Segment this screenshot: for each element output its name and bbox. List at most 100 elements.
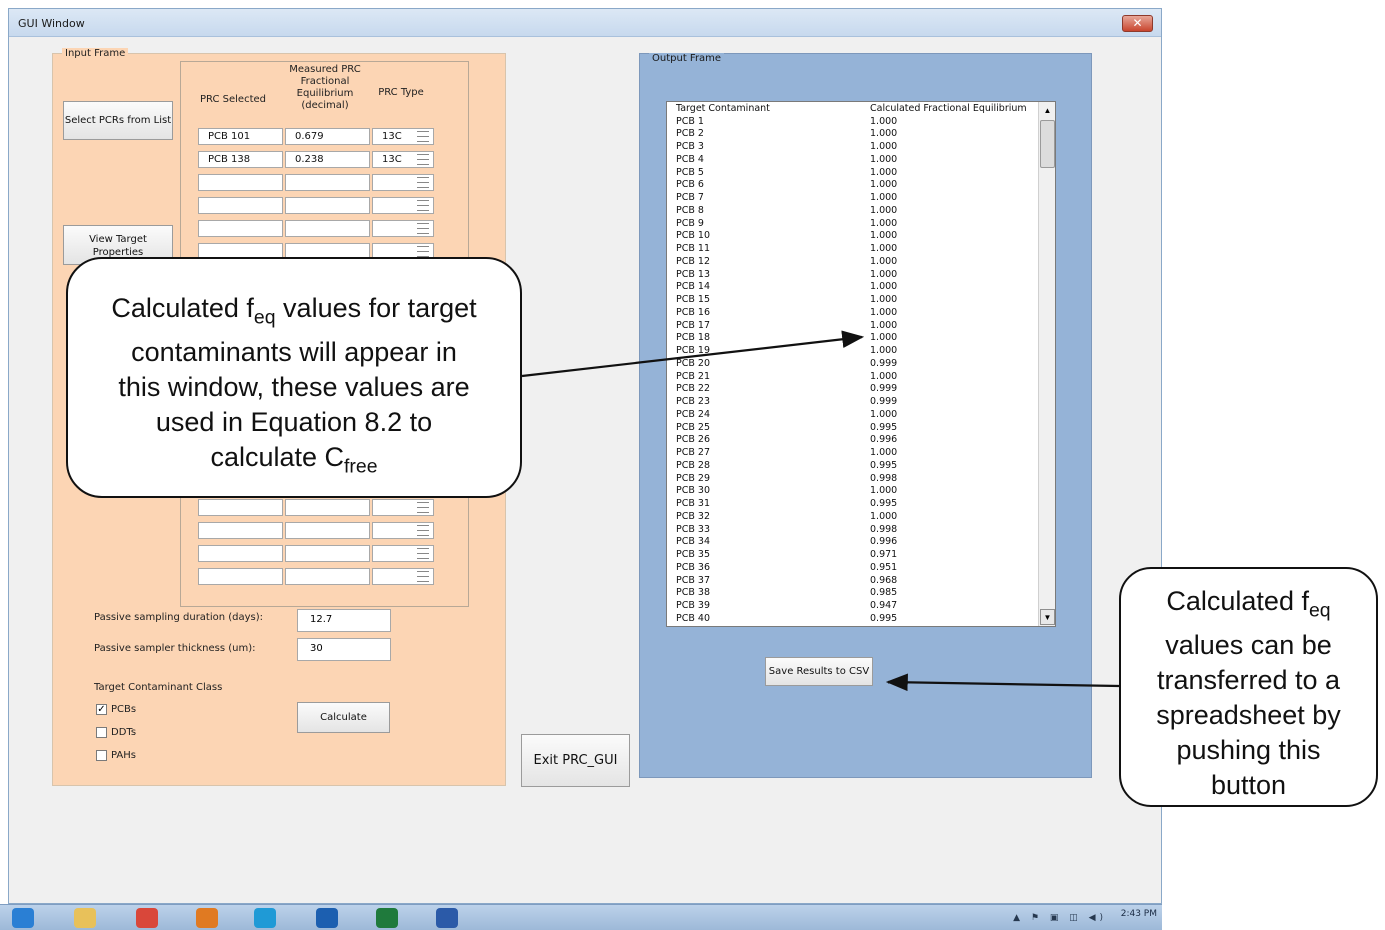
spinner-icon[interactable]: [417, 154, 429, 165]
scroll-down-icon[interactable]: ▼: [1040, 609, 1055, 625]
spinner-icon[interactable]: [417, 571, 429, 582]
list-item[interactable]: PCB 26 0.996: [676, 434, 1036, 447]
prc-value-input[interactable]: [285, 499, 370, 516]
prc-value-input[interactable]: [285, 197, 370, 214]
prc-name-input[interactable]: PCB 101: [198, 128, 283, 145]
list-item[interactable]: PCB 3 1.000: [676, 141, 1036, 154]
prc-name-input[interactable]: [198, 197, 283, 214]
list-item-fraction: 1.000: [870, 281, 898, 293]
prc-value-input[interactable]: [285, 220, 370, 237]
scroll-up-icon[interactable]: ▲: [1040, 103, 1055, 119]
list-item[interactable]: PCB 25 0.995: [676, 422, 1036, 435]
list-item[interactable]: PCB 4 1.000: [676, 154, 1036, 167]
list-item[interactable]: PCB 14 1.000: [676, 281, 1036, 294]
prc-name-input[interactable]: [198, 220, 283, 237]
list-item[interactable]: PCB 21 1.000: [676, 371, 1036, 384]
spinner-icon[interactable]: [417, 223, 429, 234]
exit-button[interactable]: Exit PRC_GUI: [521, 734, 630, 787]
select-pcrs-button[interactable]: Select PCRs from List: [63, 101, 173, 140]
save-results-button[interactable]: Save Results to CSV: [765, 657, 873, 686]
prc-name-input[interactable]: PCB 138: [198, 151, 283, 168]
outlook-icon[interactable]: [316, 908, 338, 928]
list-item[interactable]: PCB 10 1.000: [676, 230, 1036, 243]
duration-input[interactable]: 12.7: [297, 609, 391, 632]
list-item-fraction: 1.000: [870, 319, 898, 331]
list-scrollbar[interactable]: ▲ ▼: [1038, 102, 1055, 626]
prc-value-input[interactable]: [285, 174, 370, 191]
spinner-icon[interactable]: [417, 131, 429, 142]
prc-value-input[interactable]: 0.679: [285, 128, 370, 145]
list-item[interactable]: PCB 12 1.000: [676, 256, 1036, 269]
calculate-button[interactable]: Calculate: [297, 702, 390, 733]
skype-icon[interactable]: [254, 908, 276, 928]
list-item[interactable]: PCB 16 1.000: [676, 307, 1036, 320]
list-item[interactable]: PCB 20 0.999: [676, 358, 1036, 371]
list-item[interactable]: PCB 34 0.996: [676, 536, 1036, 549]
spinner-icon[interactable]: [417, 200, 429, 211]
results-listbox[interactable]: Target Contaminant Calculated Fractional…: [666, 101, 1056, 627]
list-item[interactable]: PCB 24 1.000: [676, 409, 1036, 422]
prc-value-input[interactable]: [285, 522, 370, 539]
pcbs-checkbox[interactable]: ✓: [96, 704, 107, 715]
spinner-icon[interactable]: [417, 177, 429, 188]
list-item[interactable]: PCB 29 0.998: [676, 473, 1036, 486]
list-item[interactable]: PCB 32 1.000: [676, 511, 1036, 524]
prc-value-input[interactable]: 0.238: [285, 151, 370, 168]
list-item[interactable]: PCB 5 1.000: [676, 167, 1036, 180]
spinner-icon[interactable]: [417, 246, 429, 257]
close-button[interactable]: ✕: [1122, 15, 1153, 32]
scroll-thumb[interactable]: [1040, 120, 1055, 168]
spinner-icon[interactable]: [417, 502, 429, 513]
list-item[interactable]: PCB 8 1.000: [676, 205, 1036, 218]
file-explorer-icon[interactable]: [74, 908, 96, 928]
title-bar[interactable]: GUI Window ✕: [9, 9, 1161, 37]
prc-name-input[interactable]: [198, 568, 283, 585]
list-item-fraction: 1.000: [870, 345, 898, 356]
prc-name-input[interactable]: [198, 545, 283, 562]
header-prc-type: PRC Type: [378, 87, 424, 98]
internet-explorer-icon[interactable]: [12, 908, 34, 928]
list-item[interactable]: PCB 27 1.000: [676, 447, 1036, 460]
list-item[interactable]: PCB 30 1.000: [676, 485, 1036, 498]
list-item[interactable]: PCB 11 1.000: [676, 243, 1036, 256]
ddts-checkbox[interactable]: [96, 727, 107, 738]
clock[interactable]: 2:43 PM: [1121, 909, 1157, 919]
list-item[interactable]: PCB 6 1.000: [676, 179, 1036, 192]
list-item[interactable]: PCB 23 0.999: [676, 396, 1036, 409]
list-item[interactable]: PCB 7 1.000: [676, 192, 1036, 205]
list-item[interactable]: PCB 13 1.000: [676, 269, 1036, 282]
list-item[interactable]: PCB 40 0.995: [676, 613, 1036, 626]
media-player-icon[interactable]: [196, 908, 218, 928]
pahs-checkbox[interactable]: [96, 750, 107, 761]
spinner-icon[interactable]: [417, 548, 429, 559]
prc-name-input[interactable]: [198, 522, 283, 539]
prc-name-input[interactable]: [198, 499, 283, 516]
list-item[interactable]: PCB 9 1.000: [676, 218, 1036, 231]
list-item[interactable]: PCB 38 0.985: [676, 587, 1036, 600]
system-tray-icons[interactable]: ▲ ⚑ ▣ ◫ ◀): [1013, 913, 1107, 923]
list-item-fraction: 0.968: [870, 574, 898, 586]
list-item[interactable]: PCB 39 0.947: [676, 600, 1036, 613]
prc-value-input[interactable]: [285, 545, 370, 562]
prc-name-input[interactable]: [198, 174, 283, 191]
list-item[interactable]: PCB 36 0.951: [676, 562, 1036, 575]
excel-icon[interactable]: [376, 908, 398, 928]
list-item[interactable]: PCB 31 0.995: [676, 498, 1036, 511]
word-icon[interactable]: [436, 908, 458, 928]
list-item[interactable]: PCB 35 0.971: [676, 549, 1036, 562]
list-item[interactable]: PCB 18 1.000: [676, 332, 1036, 345]
prc-value-input[interactable]: [285, 568, 370, 585]
list-item-contaminant: PCB 31: [676, 498, 710, 509]
list-item[interactable]: PCB 1 1.000: [676, 116, 1036, 129]
list-item[interactable]: PCB 37 0.968: [676, 575, 1036, 588]
list-item[interactable]: PCB 28 0.995: [676, 460, 1036, 473]
list-item[interactable]: PCB 2 1.000: [676, 128, 1036, 141]
list-item[interactable]: PCB 33 0.998: [676, 524, 1036, 537]
list-item[interactable]: PCB 17 1.000: [676, 320, 1036, 333]
chrome-icon[interactable]: [136, 908, 158, 928]
thickness-input[interactable]: 30: [297, 638, 391, 661]
list-item[interactable]: PCB 22 0.999: [676, 383, 1036, 396]
list-item[interactable]: PCB 15 1.000: [676, 294, 1036, 307]
spinner-icon[interactable]: [417, 525, 429, 536]
list-item[interactable]: PCB 19 1.000: [676, 345, 1036, 358]
